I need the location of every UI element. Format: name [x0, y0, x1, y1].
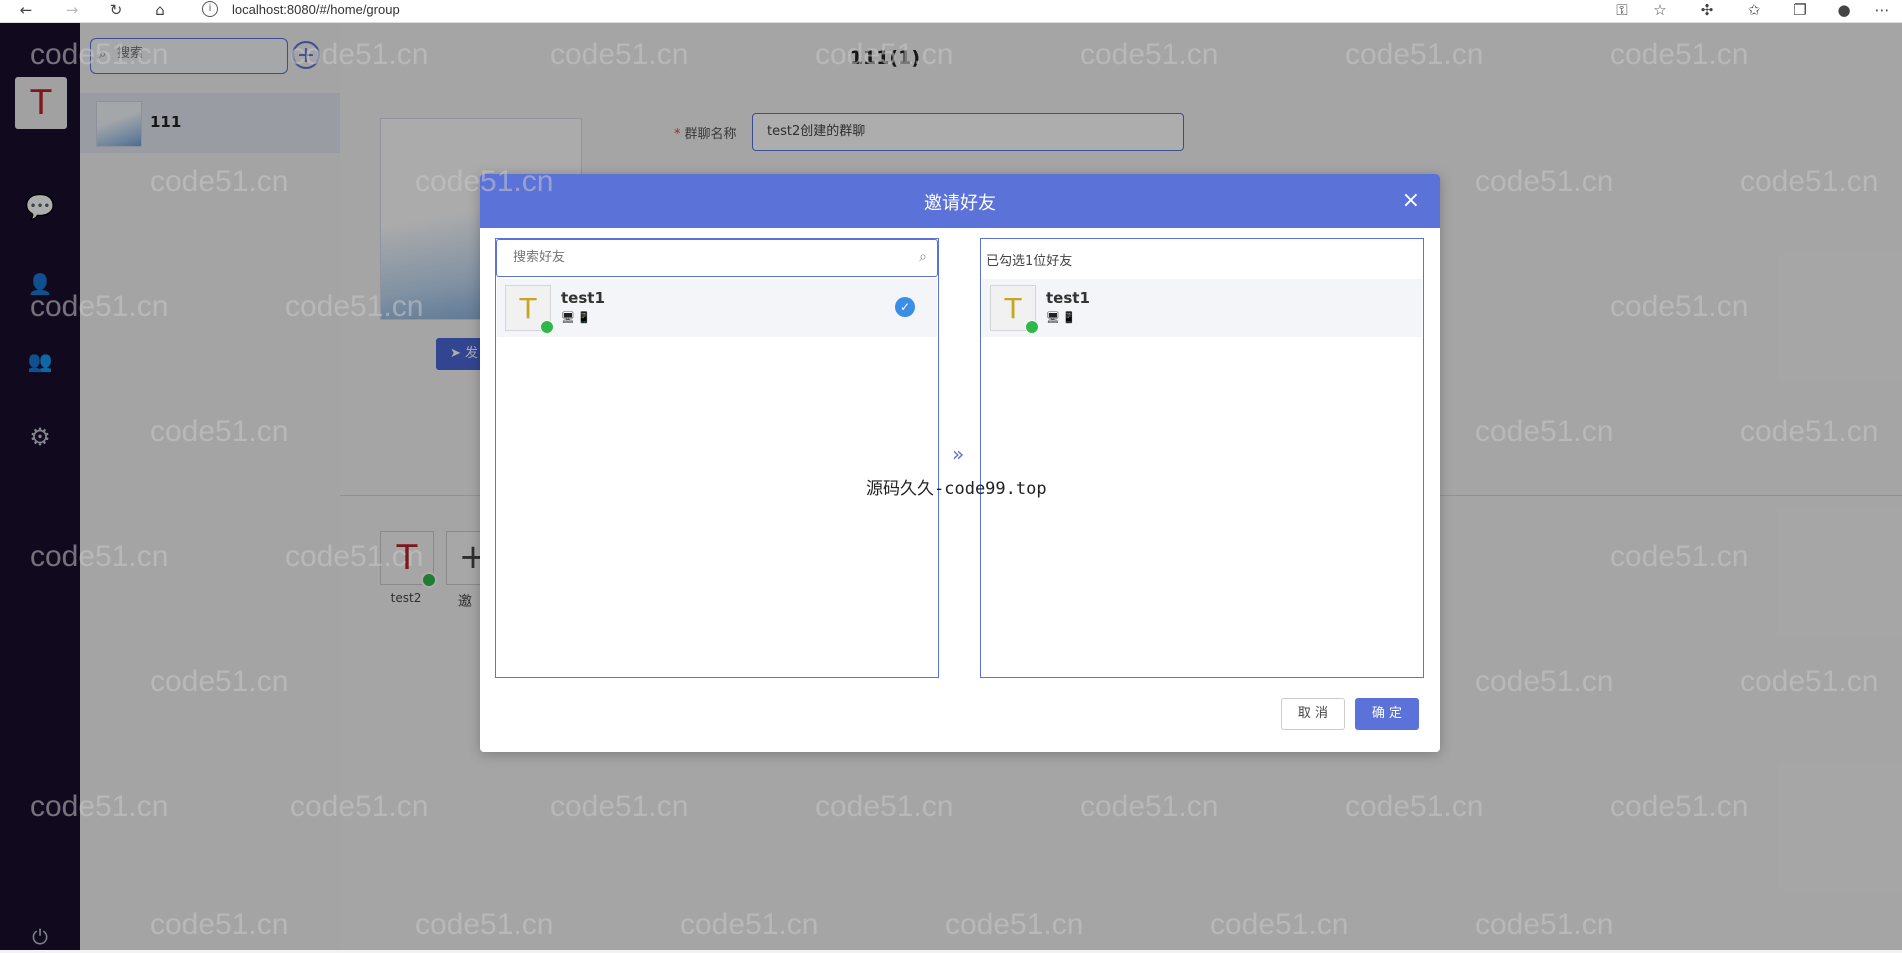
selected-friend-item[interactable]: T test1 🖥📱: [982, 279, 1422, 337]
favorites-icon[interactable]: ✩: [1744, 1, 1764, 19]
friend-avatar: T: [990, 285, 1039, 334]
overlay-watermark-text: 源码久久-code99.top: [866, 479, 1047, 499]
dialog-header: 邀请好友 ×: [480, 174, 1440, 228]
friend-name: test1: [1046, 289, 1090, 307]
close-icon[interactable]: ×: [1402, 188, 1420, 214]
friend-name: test1: [561, 289, 605, 307]
profile-icon[interactable]: ●: [1834, 1, 1854, 19]
collections-icon[interactable]: ❐: [1790, 1, 1810, 19]
refresh-icon[interactable]: ↻: [106, 1, 126, 19]
friend-list-item[interactable]: T test1 🖥📱 ✓: [497, 279, 937, 337]
invite-friends-dialog: 邀请好友 × ⌕ T test1 🖥📱 ✓ » 已勾选1位好友 T test1: [480, 174, 1440, 752]
device-icons: 🖥📱: [561, 311, 593, 324]
selected-friends-panel: 已勾选1位好友 T test1 🖥📱: [980, 238, 1424, 678]
friend-candidates-panel: ⌕ T test1 🖥📱 ✓: [495, 238, 939, 678]
online-indicator: [540, 320, 554, 334]
device-icons: 🖥📱: [1046, 311, 1078, 324]
friend-search-input[interactable]: [511, 249, 895, 266]
online-indicator: [1025, 320, 1039, 334]
site-info-icon[interactable]: i: [202, 1, 218, 17]
browser-toolbar: ← → ↻ ⌂ i localhost:8080/#/home/group ⚿ …: [0, 0, 1902, 23]
back-icon[interactable]: ←: [16, 1, 36, 19]
home-icon[interactable]: ⌂: [150, 1, 170, 19]
extensions-icon[interactable]: ✣: [1697, 1, 1717, 19]
key-icon[interactable]: ⚿: [1612, 1, 1632, 19]
more-icon[interactable]: ⋯: [1872, 1, 1892, 19]
friend-avatar: T: [505, 285, 554, 334]
search-icon: ⌕: [919, 249, 927, 265]
selected-count: 已勾选1位好友: [986, 254, 1073, 269]
confirm-button[interactable]: 确 定: [1355, 698, 1419, 730]
checked-icon[interactable]: ✓: [895, 297, 915, 317]
forward-icon[interactable]: →: [62, 1, 82, 19]
transfer-arrow-icon: »: [952, 442, 965, 466]
favorite-add-icon[interactable]: ☆: [1650, 1, 1670, 19]
address-bar[interactable]: localhost:8080/#/home/group: [232, 2, 400, 17]
dialog-title: 邀请好友: [924, 193, 996, 214]
friend-search[interactable]: ⌕: [496, 239, 938, 277]
cancel-button[interactable]: 取 消: [1281, 698, 1345, 730]
